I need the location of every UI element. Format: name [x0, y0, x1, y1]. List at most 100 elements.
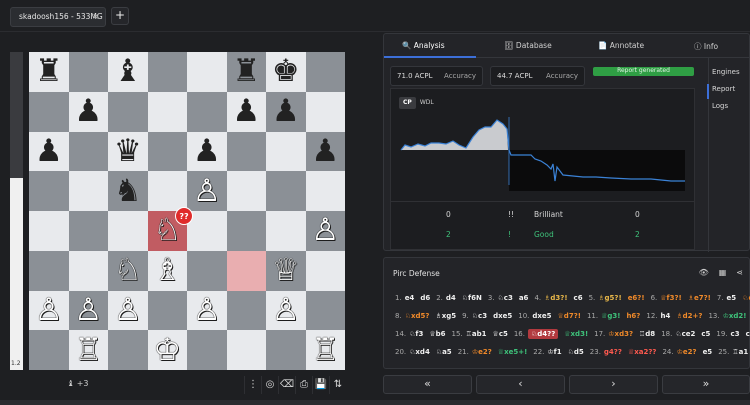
- side-item-logs[interactable]: Logs: [712, 102, 750, 119]
- move-item[interactable]: dxe5: [493, 312, 512, 320]
- move-item[interactable]: cxd4: [746, 330, 750, 338]
- board-square[interactable]: ♟: [226, 91, 266, 132]
- board-square[interactable]: [187, 250, 227, 291]
- chess-piece[interactable]: ♟: [193, 135, 221, 167]
- chess-piece[interactable]: ♔: [153, 334, 181, 366]
- board-square[interactable]: ♟: [187, 131, 227, 172]
- board-square[interactable]: [305, 91, 345, 132]
- chess-piece[interactable]: ♟: [35, 135, 63, 167]
- board-square[interactable]: [68, 52, 108, 92]
- chess-piece[interactable]: ♙: [114, 294, 142, 326]
- board-square[interactable]: ♙: [187, 290, 227, 331]
- board-square[interactable]: [305, 290, 345, 331]
- board-square[interactable]: [147, 52, 187, 92]
- board-square[interactable]: ♟: [266, 91, 306, 132]
- board-square[interactable]: ♙: [305, 211, 345, 251]
- board-square[interactable]: ♜: [29, 52, 69, 92]
- move-item[interactable]: c6: [574, 294, 583, 302]
- move-item[interactable]: 20. ♘xd4: [395, 348, 430, 356]
- board-square[interactable]: [266, 330, 306, 370]
- close-tab-icon[interactable]: ×: [92, 8, 99, 26]
- tab-annotate[interactable]: 📄 Annotate: [598, 41, 644, 50]
- move-item[interactable]: 19. c3: [716, 330, 739, 338]
- chess-piece[interactable]: ♞: [114, 175, 142, 207]
- board-square[interactable]: ♛: [108, 131, 148, 172]
- move-item[interactable]: ♗d2+?: [676, 312, 702, 320]
- first-move-button[interactable]: «: [383, 375, 472, 394]
- more-menu-icon[interactable]: ⋮: [244, 376, 261, 394]
- move-item[interactable]: ♕xe5+!: [498, 348, 527, 356]
- move-item[interactable]: e6?!: [628, 294, 645, 302]
- move-item[interactable]: 4. ♗d3?!: [534, 294, 567, 302]
- move-item[interactable]: ♘f6N: [462, 294, 482, 302]
- board-square[interactable]: [226, 250, 266, 291]
- move-item[interactable]: 10. dxe5: [518, 312, 551, 320]
- move-item[interactable]: 6. ♕f3?!: [651, 294, 682, 302]
- board-square[interactable]: [266, 211, 306, 251]
- move-item[interactable]: 17. ♔xd3?: [594, 330, 633, 338]
- move-item[interactable]: 21. ♔e2?: [458, 348, 492, 356]
- chess-piece[interactable]: ♟: [232, 96, 260, 127]
- chess-piece[interactable]: ♖: [311, 334, 339, 366]
- chess-piece[interactable]: ♙: [272, 294, 300, 326]
- move-item[interactable]: 15. ♖ab1: [452, 330, 487, 338]
- chess-piece[interactable]: ♙: [35, 294, 63, 326]
- chess-piece[interactable]: ♙: [193, 175, 221, 207]
- board-square[interactable]: [305, 171, 345, 211]
- board-square[interactable]: ♟: [29, 131, 69, 172]
- last-move-button[interactable]: »: [662, 375, 750, 394]
- board-square[interactable]: [29, 250, 69, 291]
- board-square[interactable]: ♟: [305, 131, 345, 172]
- board-square[interactable]: [108, 91, 148, 132]
- move-item[interactable]: 12. h4: [646, 312, 670, 320]
- board-square[interactable]: [266, 131, 306, 172]
- side-item-engines[interactable]: Engines: [712, 68, 750, 85]
- chess-piece[interactable]: ♜: [232, 56, 260, 87]
- board-square[interactable]: [226, 211, 266, 251]
- board-square[interactable]: [147, 91, 187, 132]
- move-item[interactable]: 25. ♖a1: [718, 348, 748, 356]
- board-square[interactable]: ♙: [68, 290, 108, 331]
- board-square[interactable]: ♙: [29, 290, 69, 331]
- chess-piece[interactable]: ♙: [193, 294, 221, 326]
- edit-icon[interactable]: ⎙: [295, 376, 312, 394]
- move-item[interactable]: 22. ♔f1: [533, 348, 561, 356]
- board-square[interactable]: [29, 171, 69, 211]
- move-item[interactable]: ♗e7?!: [688, 294, 711, 302]
- board-square[interactable]: [305, 250, 345, 291]
- previous-move-button[interactable]: ‹: [476, 375, 565, 394]
- board-square[interactable]: ♖: [68, 330, 108, 370]
- side-item-report[interactable]: Report: [712, 85, 750, 102]
- move-item[interactable]: ♗xg5: [435, 312, 456, 320]
- move-item[interactable]: 8. ♘xd5?: [395, 312, 429, 320]
- board-square[interactable]: ♞: [108, 171, 148, 211]
- chess-piece[interactable]: ♕: [272, 255, 300, 286]
- board-square[interactable]: ♘??: [147, 207, 193, 251]
- board-square[interactable]: [226, 171, 266, 211]
- move-item[interactable]: ♕c5: [493, 330, 508, 338]
- board-square[interactable]: [68, 250, 108, 291]
- move-item[interactable]: 2. d4: [436, 294, 456, 302]
- move-item[interactable]: 9. ♘c3: [462, 312, 487, 320]
- board-square[interactable]: [187, 91, 227, 132]
- board-square[interactable]: ♘: [108, 250, 148, 291]
- move-item[interactable]: ♘d5: [568, 348, 584, 356]
- board-square[interactable]: ♟: [68, 91, 108, 132]
- move-item[interactable]: 13. ♔xd2!: [708, 312, 746, 320]
- board-square[interactable]: [68, 131, 108, 172]
- move-item[interactable]: ♘a5: [436, 348, 452, 356]
- move-item[interactable]: ♘d5?!: [742, 294, 750, 302]
- save-icon[interactable]: 💾: [312, 376, 329, 394]
- chess-piece[interactable]: ♖: [74, 334, 102, 366]
- board-square[interactable]: [68, 211, 108, 251]
- move-item[interactable]: 5. ♗g5?!: [589, 294, 622, 302]
- next-move-button[interactable]: ›: [569, 375, 658, 394]
- board-square[interactable]: [147, 290, 187, 331]
- chess-piece[interactable]: ♟: [311, 135, 339, 167]
- move-item[interactable]: ♕d7?!: [558, 312, 581, 320]
- move-item[interactable]: e5: [703, 348, 713, 356]
- move-item[interactable]: 1. e4: [395, 294, 414, 302]
- move-item[interactable]: 11. ♕g3!: [587, 312, 621, 320]
- tab-analysis[interactable]: 🔍 Analysis: [402, 41, 445, 50]
- move-item[interactable]: ♕xd3!: [564, 330, 588, 338]
